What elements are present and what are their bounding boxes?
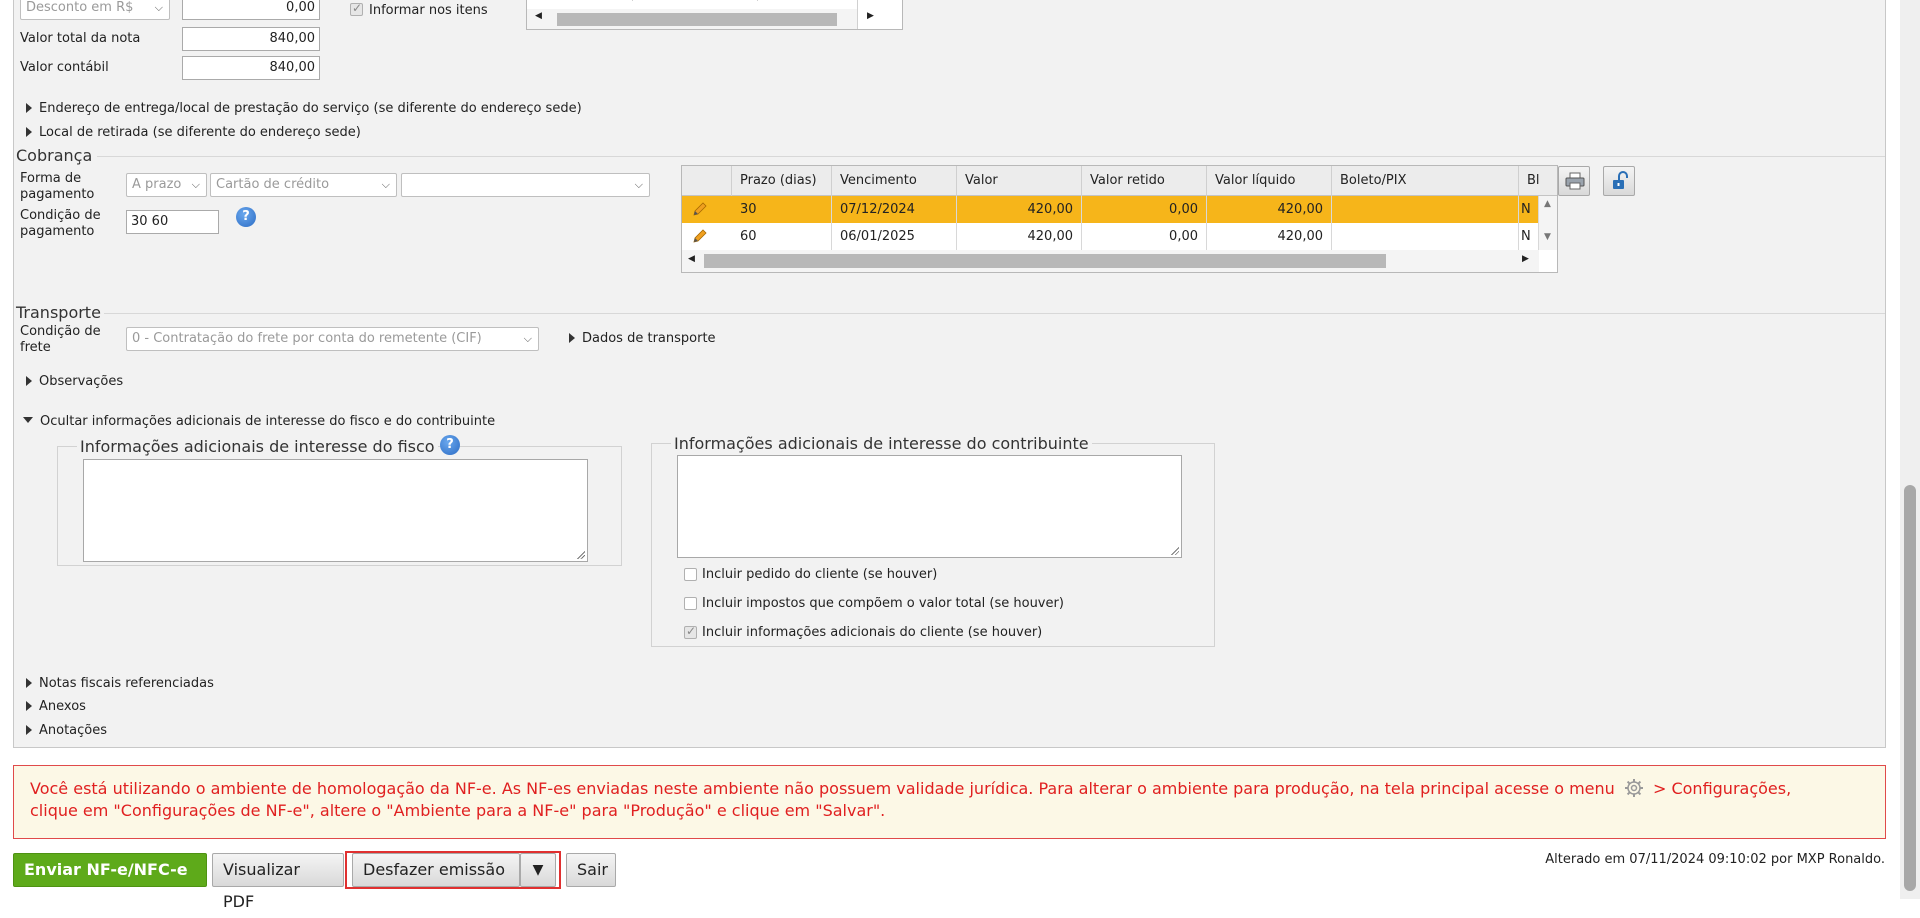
bandeira-select[interactable]: ⌵ bbox=[401, 173, 650, 197]
caret-right-icon bbox=[26, 700, 32, 711]
discount-type-select[interactable]: Desconto em R$ ⌵ bbox=[20, 0, 170, 20]
divider bbox=[97, 156, 1885, 157]
impostos-checkbox[interactable] bbox=[684, 597, 697, 610]
total-nota-input[interactable]: 840,00 bbox=[182, 27, 320, 51]
transporte-title: Transporte bbox=[16, 303, 101, 322]
frete-select[interactable]: 0 - Contratação do frete por conta do re… bbox=[126, 327, 539, 351]
toggle-endereco-entrega[interactable]: Endereço de entrega/local de prestação d… bbox=[26, 101, 582, 116]
toggle-dados-transporte[interactable]: Dados de transporte bbox=[569, 331, 716, 346]
page-scrollbar[interactable] bbox=[1900, 0, 1920, 899]
horizontal-scrollbar[interactable]: ◀ ▶ bbox=[682, 250, 1539, 272]
discount-type-value: Desconto em R$ bbox=[26, 0, 134, 15]
toggle-observacoes[interactable]: Observações bbox=[26, 374, 123, 389]
scrollbar-thumb[interactable] bbox=[1904, 485, 1916, 891]
informar-itens-label: Informar nos itens bbox=[369, 3, 488, 18]
lock-icon bbox=[1613, 171, 1628, 189]
caret-right-icon bbox=[26, 102, 32, 113]
chevron-down-icon: ⌵ bbox=[523, 332, 532, 345]
scroll-down-icon: ▼ bbox=[1544, 232, 1551, 242]
chevron-down-icon: ⌵ bbox=[381, 178, 390, 191]
informar-itens-checkbox[interactable] bbox=[350, 1, 363, 16]
grid-header: Prazo (dias) Vencimento Valor Valor reti… bbox=[682, 166, 1557, 196]
discount-value-input[interactable]: 0,00 bbox=[182, 0, 320, 20]
col-header-bl[interactable]: Bl bbox=[1519, 166, 1557, 196]
alert-text-2: clique em "Configurações de NF-e", alter… bbox=[30, 801, 886, 820]
caret-right-icon bbox=[26, 724, 32, 735]
alert-text: Você está utilizando o ambiente de homol… bbox=[30, 779, 1615, 798]
forma-pagamento-label: Forma de pagamento bbox=[20, 171, 95, 202]
contribuinte-legend: Informações adicionais de interesse do c… bbox=[671, 434, 1092, 453]
col-header-boleto[interactable]: Boleto/PIX bbox=[1332, 166, 1519, 196]
partial-grid: ◀ ▶ bbox=[526, 0, 903, 30]
toggle-anexos[interactable]: Anexos bbox=[26, 699, 86, 714]
col-header-vencimento[interactable]: Vencimento bbox=[832, 166, 957, 196]
toggle-anotacoes[interactable]: Anotações bbox=[26, 723, 107, 738]
enviar-nfe-button[interactable]: Enviar NF-e/NFC-e bbox=[13, 853, 207, 887]
pencil-icon[interactable] bbox=[692, 201, 708, 217]
resize-handle-icon bbox=[1170, 546, 1179, 555]
info-cliente-checkbox[interactable] bbox=[684, 624, 697, 639]
toggle-ocultar-info[interactable]: Ocultar informações adicionais de intere… bbox=[23, 414, 495, 429]
scroll-left-icon[interactable]: ◀ bbox=[535, 11, 542, 21]
alert-text-end: > Configurações, bbox=[1652, 779, 1792, 798]
col-header-edit bbox=[682, 166, 732, 196]
resize-handle-icon bbox=[576, 550, 585, 559]
visualizar-pdf-button[interactable]: Visualizar PDF bbox=[212, 853, 344, 911]
printer-icon bbox=[1565, 172, 1585, 190]
caret-right-icon bbox=[569, 332, 575, 343]
caret-down-icon: ▼ bbox=[532, 862, 544, 878]
scroll-up-icon: ▲ bbox=[1544, 199, 1551, 209]
help-icon[interactable]: ? bbox=[236, 207, 256, 227]
alterado-info: Alterado em 07/11/2024 09:10:02 por MXP … bbox=[1545, 852, 1885, 867]
desfazer-emissao-button[interactable]: Desfazer emissão bbox=[352, 853, 520, 887]
sair-button[interactable]: Sair bbox=[566, 853, 616, 887]
toggle-local-retirada[interactable]: Local de retirada (se diferente do ender… bbox=[26, 125, 361, 140]
forma-pagamento-select[interactable]: A prazo ⌵ bbox=[126, 173, 207, 197]
vertical-scrollbar[interactable]: ▲ ▼ bbox=[1539, 196, 1557, 250]
caret-down-icon bbox=[23, 416, 33, 423]
condicao-frete-label: Condição de frete bbox=[20, 324, 101, 355]
valor-contabil-label: Valor contábil bbox=[20, 60, 109, 75]
impostos-label: Incluir impostos que compõem o valor tot… bbox=[702, 596, 1064, 611]
print-button[interactable] bbox=[1558, 166, 1590, 196]
contribuinte-textarea[interactable] bbox=[677, 455, 1182, 558]
table-row[interactable]: 30 07/12/2024 420,00 0,00 420,00 N bbox=[682, 196, 1539, 223]
cobranca-title: Cobrança bbox=[16, 146, 93, 165]
horizontal-scrollbar[interactable]: ◀ ▶ bbox=[527, 9, 874, 29]
caret-right-icon bbox=[26, 375, 32, 386]
scroll-right-icon[interactable]: ▶ bbox=[867, 11, 874, 21]
help-icon[interactable]: ? bbox=[440, 435, 460, 455]
scroll-right-icon: ▶ bbox=[1522, 254, 1529, 264]
pedido-cliente-label: Incluir pedido do cliente (se houver) bbox=[702, 567, 938, 582]
col-header-prazo[interactable]: Prazo (dias) bbox=[732, 166, 832, 196]
parcelas-grid: Prazo (dias) Vencimento Valor Valor reti… bbox=[681, 165, 1558, 273]
condicao-pagamento-input[interactable]: 30 60 bbox=[126, 210, 219, 234]
unlock-button[interactable] bbox=[1603, 166, 1635, 196]
col-header-valor-liquido[interactable]: Valor líquido bbox=[1207, 166, 1332, 196]
toggle-notas-referenciadas[interactable]: Notas fiscais referenciadas bbox=[26, 676, 214, 691]
chevron-down-icon: ⌵ bbox=[191, 178, 200, 191]
total-nota-label: Valor total da nota bbox=[20, 31, 141, 46]
info-cliente-label: Incluir informações adicionais do client… bbox=[702, 625, 1043, 640]
condicao-pagamento-label: Condição de pagamento bbox=[20, 208, 101, 239]
fisco-legend: Informações adicionais de interesse do f… bbox=[77, 437, 438, 456]
col-header-valor-retido[interactable]: Valor retido bbox=[1082, 166, 1207, 196]
caret-right-icon bbox=[26, 126, 32, 137]
chevron-down-icon: ⌵ bbox=[634, 178, 643, 191]
fisco-textarea[interactable] bbox=[83, 459, 588, 562]
chevron-down-icon: ⌵ bbox=[154, 1, 163, 14]
homologacao-alert: Você está utilizando o ambiente de homol… bbox=[13, 765, 1886, 839]
meio-pagamento-select[interactable]: Cartão de crédito ⌵ bbox=[210, 173, 397, 197]
col-header-valor[interactable]: Valor bbox=[957, 166, 1082, 196]
desfazer-dropdown-button[interactable]: ▼ bbox=[520, 853, 556, 887]
pencil-icon[interactable] bbox=[692, 228, 708, 244]
divider bbox=[104, 313, 1885, 314]
table-row[interactable]: 60 06/01/2025 420,00 0,00 420,00 N bbox=[682, 223, 1539, 250]
caret-right-icon bbox=[26, 677, 32, 688]
gear-icon bbox=[1624, 779, 1643, 797]
valor-contabil-input[interactable]: 840,00 bbox=[182, 56, 320, 80]
scroll-left-icon: ◀ bbox=[688, 254, 695, 264]
pedido-cliente-checkbox[interactable] bbox=[684, 568, 697, 581]
